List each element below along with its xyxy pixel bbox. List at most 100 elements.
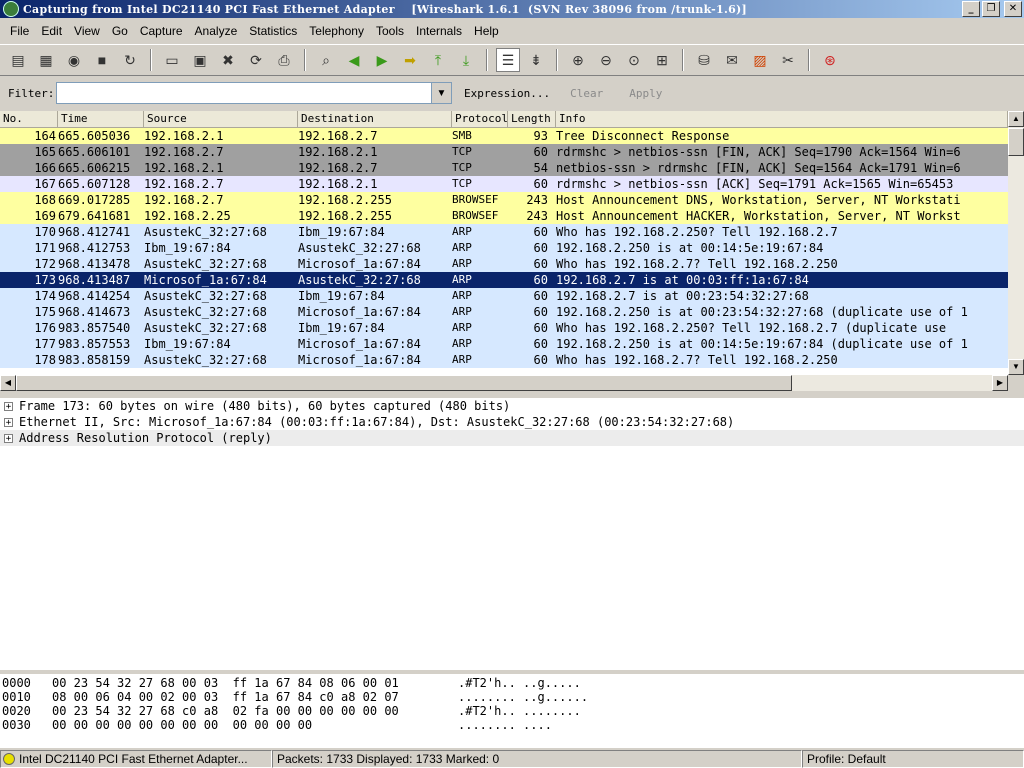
- print-icon[interactable]: ⎙: [272, 48, 296, 72]
- menu-analyze[interactable]: Analyze: [189, 24, 244, 38]
- packet-row[interactable]: 172 968.413478 AsustekC_32:27:68 Microsof_1…: [0, 256, 1008, 272]
- scroll-thumb[interactable]: [1008, 128, 1024, 156]
- scroll-up-icon[interactable]: ▲: [1008, 111, 1024, 127]
- packet-row[interactable]: 167 665.607128 192.168.2.7 192.168.2.1 TCP 60…: [0, 176, 1008, 192]
- scroll-right-icon[interactable]: ▶: [992, 375, 1008, 391]
- menu-statistics[interactable]: Statistics: [243, 24, 303, 38]
- display-filters-icon[interactable]: ✉: [720, 48, 744, 72]
- go-to-packet-icon[interactable]: ➡: [398, 48, 422, 72]
- packet-row[interactable]: 176 983.857540 AsustekC_32:27:68 Ibm_19:67:…: [0, 320, 1008, 336]
- column-header-protocol[interactable]: Protocol: [452, 111, 508, 127]
- menu-edit[interactable]: Edit: [35, 24, 68, 38]
- column-header-destination[interactable]: Destination: [298, 111, 452, 127]
- status-profile[interactable]: Profile: Default: [802, 750, 1024, 768]
- packet-cell-len: 243: [526, 209, 548, 223]
- packet-cell-dst: Ibm_19:67:84: [298, 321, 385, 335]
- apply-button[interactable]: Apply: [629, 87, 662, 100]
- help-icon[interactable]: ⊛: [818, 48, 842, 72]
- clear-button[interactable]: Clear: [570, 87, 603, 100]
- hex-row[interactable]: 0000 00 23 54 32 27 68 00 03 ff 1a 67 84…: [0, 676, 1024, 690]
- expand-icon[interactable]: +: [4, 401, 13, 411]
- coloring-rules-icon[interactable]: ▨: [748, 48, 772, 72]
- capture-filters-icon[interactable]: ⛁: [692, 48, 716, 72]
- go-back-icon[interactable]: ◀: [342, 48, 366, 72]
- expand-icon[interactable]: +: [4, 417, 13, 427]
- interface-list-icon[interactable]: ▤: [6, 48, 30, 72]
- column-header-no[interactable]: No.: [0, 111, 58, 127]
- filter-dropdown-button[interactable]: ▼: [432, 82, 452, 104]
- packet-cell-dst: AsustekC_32:27:68: [298, 241, 421, 255]
- go-first-icon[interactable]: ⤒: [426, 48, 450, 72]
- packet-row[interactable]: 178 983.858159 AsustekC_32:27:68 Microsof_1…: [0, 352, 1008, 368]
- menu-capture[interactable]: Capture: [134, 24, 189, 38]
- packet-row[interactable]: 165 665.606101 192.168.2.7 192.168.2.1 TCP 60…: [0, 144, 1008, 160]
- menu-telephony[interactable]: Telephony: [303, 24, 370, 38]
- colorize-icon[interactable]: ☰: [496, 48, 520, 72]
- auto-scroll-icon[interactable]: ⇟: [524, 48, 548, 72]
- hex-row[interactable]: 0030 00 00 00 00 00 00 00 00 00 00 00 00…: [0, 718, 1024, 732]
- menu-file[interactable]: File: [4, 24, 35, 38]
- packet-row[interactable]: 177 983.857553 Ibm_19:67:84 Microsof_1a:67:…: [0, 336, 1008, 352]
- column-header-length[interactable]: Length: [508, 111, 556, 127]
- menu-view[interactable]: View: [68, 24, 106, 38]
- packet-row[interactable]: 169 679.641681 192.168.2.25 192.168.2.255 BR…: [0, 208, 1008, 224]
- scroll-left-icon[interactable]: ◀: [0, 375, 16, 391]
- menu-tools[interactable]: Tools: [370, 24, 410, 38]
- capture-options-icon[interactable]: ▦: [34, 48, 58, 72]
- capture-restart-icon[interactable]: ↻: [118, 48, 142, 72]
- go-forward-icon[interactable]: ▶: [370, 48, 394, 72]
- packet-cell-proto: ARP: [452, 257, 472, 270]
- packet-row[interactable]: 166 665.606215 192.168.2.1 192.168.2.7 TCP 54…: [0, 160, 1008, 176]
- preferences-icon[interactable]: ✂: [776, 48, 800, 72]
- menu-internals[interactable]: Internals: [410, 24, 468, 38]
- detail-row-arp[interactable]: + Address Resolution Protocol (reply): [0, 430, 1024, 446]
- packet-row[interactable]: 173 968.413487 Microsof_1a:67:84 AsustekC_3…: [0, 272, 1008, 288]
- capture-stop-icon[interactable]: ■: [90, 48, 114, 72]
- detail-row-ethernet[interactable]: + Ethernet II, Src: Microsof_1a:67:84 (0…: [0, 414, 1024, 430]
- packet-list-vscroll[interactable]: ▲ ▼: [1008, 111, 1024, 375]
- zoom-normal-icon[interactable]: ⊙: [622, 48, 646, 72]
- packet-row[interactable]: 170 968.412741 AsustekC_32:27:68 Ibm_19:67:…: [0, 224, 1008, 240]
- packet-cell-proto: ARP: [452, 241, 472, 254]
- packet-list-hscroll[interactable]: ◀ ▶: [0, 375, 1008, 391]
- close-file-icon[interactable]: ✖: [216, 48, 240, 72]
- column-header-source[interactable]: Source: [144, 111, 298, 127]
- packet-row[interactable]: 171 968.412753 Ibm_19:67:84 AsustekC_32:27:…: [0, 240, 1008, 256]
- window-title: Capturing from Intel DC21140 PCI Fast Et…: [23, 2, 748, 16]
- expand-icon[interactable]: +: [4, 433, 13, 443]
- menu-help[interactable]: Help: [468, 24, 505, 38]
- hex-offset: 0000: [2, 676, 31, 690]
- find-icon[interactable]: ⌕: [314, 48, 338, 72]
- reload-icon[interactable]: ⟳: [244, 48, 268, 72]
- packet-row[interactable]: 164 665.605036 192.168.2.1 192.168.2.7 SMB 93…: [0, 128, 1008, 144]
- minimize-button[interactable]: _: [962, 1, 980, 17]
- resize-columns-icon[interactable]: ⊞: [650, 48, 674, 72]
- packet-cell-src: Microsof_1a:67:84: [144, 273, 267, 287]
- status-interface[interactable]: Intel DC21140 PCI Fast Ethernet Adapter.…: [0, 750, 272, 768]
- column-header-time[interactable]: Time: [58, 111, 144, 127]
- zoom-out-icon[interactable]: ⊖: [594, 48, 618, 72]
- expression-button[interactable]: Expression...: [464, 87, 550, 100]
- menu-go[interactable]: Go: [106, 24, 134, 38]
- save-icon[interactable]: ▣: [188, 48, 212, 72]
- scroll-down-icon[interactable]: ▼: [1008, 359, 1024, 375]
- open-icon[interactable]: ▭: [160, 48, 184, 72]
- packet-row[interactable]: 174 968.414254 AsustekC_32:27:68 Ibm_19:67:…: [0, 288, 1008, 304]
- go-last-icon[interactable]: ⤓: [454, 48, 478, 72]
- packet-row[interactable]: 168 669.017285 192.168.2.7 192.168.2.255 BRO…: [0, 192, 1008, 208]
- column-header-info[interactable]: Info: [556, 111, 1008, 127]
- hex-row[interactable]: 0020 00 23 54 32 27 68 c0 a8 02 fa 00 00…: [0, 704, 1024, 718]
- expert-info-icon[interactable]: [3, 753, 15, 765]
- zoom-in-icon[interactable]: ⊕: [566, 48, 590, 72]
- filter-input[interactable]: [56, 82, 432, 104]
- scroll-thumb[interactable]: [16, 375, 792, 391]
- capture-start-icon[interactable]: ◉: [62, 48, 86, 72]
- close-button[interactable]: ✕: [1004, 1, 1022, 17]
- hex-row[interactable]: 0010 08 00 06 04 00 02 00 03 ff 1a 67 84…: [0, 690, 1024, 704]
- maximize-button[interactable]: ❐: [982, 1, 1000, 17]
- detail-text: Frame 173: 60 bytes on wire (480 bits), …: [19, 399, 511, 413]
- detail-row-frame[interactable]: + Frame 173: 60 bytes on wire (480 bits)…: [0, 398, 1024, 414]
- packet-row[interactable]: 175 968.414673 AsustekC_32:27:68 Microsof_1…: [0, 304, 1008, 320]
- packet-cell-no: 177: [34, 337, 56, 351]
- packet-cell-time: 669.017285: [58, 193, 131, 207]
